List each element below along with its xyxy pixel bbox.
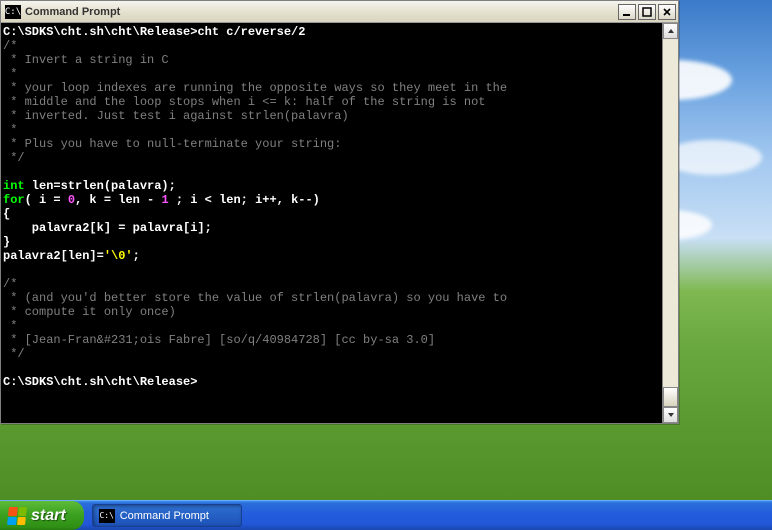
taskbar-item-cmd[interactable]: C:\ Command Prompt	[92, 504, 242, 527]
comment-line: * Plus you have to null-terminate your s…	[3, 137, 341, 151]
start-label: start	[31, 507, 66, 525]
command-prompt-window: C:\ Command Prompt C:\SDKS\cht.sh\cht\Re…	[0, 0, 679, 424]
maximize-icon	[642, 7, 652, 17]
code-keyword: for	[3, 193, 25, 207]
arrow-down-icon	[667, 411, 675, 419]
prompt-path: C:\SDKS\cht.sh\cht\Release>	[3, 375, 197, 389]
comment-line: *	[3, 67, 17, 81]
comment-line: * inverted. Just test i against strlen(p…	[3, 109, 349, 123]
start-button[interactable]: start	[0, 501, 84, 530]
code-text: {	[3, 207, 10, 221]
code-text: palavra2[len]=	[3, 249, 104, 263]
window-buttons	[616, 4, 676, 20]
maximize-button[interactable]	[638, 4, 656, 20]
comment-line: /*	[3, 39, 17, 53]
comment-line: * compute it only once)	[3, 305, 176, 319]
scroll-thumb[interactable]	[663, 387, 678, 407]
comment-line: *	[3, 319, 17, 333]
code-keyword: int	[3, 179, 25, 193]
cmd-icon: C:\	[5, 5, 21, 19]
code-text: , k = len -	[75, 193, 161, 207]
prompt-path: C:\SDKS\cht.sh\cht\Release>	[3, 25, 197, 39]
close-icon	[662, 7, 672, 17]
code-string: '\0'	[104, 249, 133, 263]
prompt-command: cht c/reverse/2	[197, 25, 305, 39]
comment-line: */	[3, 347, 25, 361]
scroll-track[interactable]	[663, 39, 678, 407]
vertical-scrollbar[interactable]	[662, 23, 678, 423]
comment-line: */	[3, 151, 25, 165]
taskbar: start C:\ Command Prompt	[0, 500, 772, 530]
comment-line: /*	[3, 277, 17, 291]
comment-line: * (and you'd better store the value of s…	[3, 291, 507, 305]
scroll-down-button[interactable]	[663, 407, 678, 423]
titlebar[interactable]: C:\ Command Prompt	[1, 1, 678, 23]
taskbar-item-label: Command Prompt	[120, 510, 209, 522]
arrow-up-icon	[667, 27, 675, 35]
comment-line: * Invert a string in C	[3, 53, 169, 67]
console-output[interactable]: C:\SDKS\cht.sh\cht\Release>cht c/reverse…	[1, 23, 662, 423]
minimize-icon	[622, 7, 632, 17]
code-text: ( i =	[25, 193, 68, 207]
windows-logo-icon	[7, 507, 27, 525]
window-client-area: C:\SDKS\cht.sh\cht\Release>cht c/reverse…	[1, 23, 678, 423]
code-text: palavra2[k] = palavra[i];	[3, 221, 212, 235]
comment-line: * [Jean-Fran&#231;ois Fabre] [so/q/40984…	[3, 333, 435, 347]
scroll-up-button[interactable]	[663, 23, 678, 39]
comment-line: * your loop indexes are running the oppo…	[3, 81, 507, 95]
code-text: }	[3, 235, 10, 249]
comment-line: *	[3, 123, 17, 137]
comment-line: * middle and the loop stops when i <= k:…	[3, 95, 485, 109]
code-text: ; i < len; i++, k--)	[169, 193, 320, 207]
cmd-icon: C:\	[99, 509, 115, 523]
code-text: ;	[133, 249, 140, 263]
code-number: 0	[68, 193, 75, 207]
minimize-button[interactable]	[618, 4, 636, 20]
code-text: len=strlen(palavra);	[25, 179, 176, 193]
close-button[interactable]	[658, 4, 676, 20]
code-number: 1	[161, 193, 168, 207]
window-title: Command Prompt	[25, 6, 616, 18]
